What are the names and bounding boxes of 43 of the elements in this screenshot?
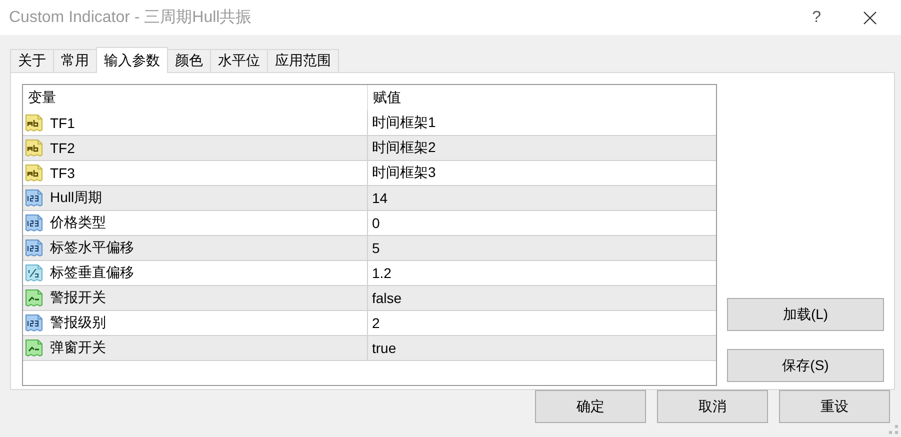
tab[interactable]: 应用范围 <box>267 49 339 72</box>
parameter-name: TF2 <box>50 140 75 156</box>
type-icon <box>25 239 43 257</box>
tab[interactable]: 关于 <box>10 49 54 72</box>
type-icon <box>25 314 43 332</box>
type-icon <box>25 214 43 232</box>
table-cell: false <box>367 286 716 310</box>
type-icon <box>25 164 43 182</box>
type-icon <box>25 264 43 282</box>
table-cell: 1.2 <box>367 261 716 285</box>
table-cell: 0 <box>367 211 716 235</box>
dialog-button[interactable]: 确定 <box>535 390 646 423</box>
type-icon <box>25 139 43 157</box>
parameter-name: 标签垂直偏移 <box>50 264 134 282</box>
tab[interactable]: 输入参数 <box>96 47 168 73</box>
parameter-name: 弹窗开关 <box>50 339 106 357</box>
parameter-name: 价格类型 <box>50 214 106 232</box>
parameter-name: 标签水平偏移 <box>50 239 134 257</box>
window-title: Custom Indicator - 三周期Hull共振 <box>9 8 253 28</box>
toggle-type-icon <box>25 339 43 357</box>
help-button[interactable]: ? <box>812 8 821 26</box>
table-cell: 2 <box>367 311 716 335</box>
toggle-type-icon <box>25 289 43 307</box>
table-cell: 时间框架2 <box>367 136 716 160</box>
table-cell: true <box>367 336 716 360</box>
column-header: 变量 <box>27 88 57 107</box>
dialog-button[interactable]: 加载(L) <box>727 298 884 331</box>
dialog-button[interactable]: 保存(S) <box>727 349 884 382</box>
parameter-name: Hull周期 <box>50 189 102 207</box>
parameter-name: 警报级别 <box>50 314 106 332</box>
table-cell: 时间框架3 <box>367 161 716 185</box>
close-icon[interactable] <box>863 10 877 24</box>
parameter-name: 警报开关 <box>50 289 106 307</box>
type-icon <box>25 114 43 132</box>
table-cell: 时间框架1 <box>367 111 716 135</box>
parameter-name: TF3 <box>50 165 75 181</box>
resize-grip-icon[interactable] <box>889 425 899 435</box>
type-icon <box>25 189 43 207</box>
dialog-button[interactable]: 重设 <box>779 390 890 423</box>
table-cell: 5 <box>367 236 716 260</box>
table-cell: 14 <box>367 186 716 210</box>
dialog-button[interactable]: 取消 <box>657 390 768 423</box>
parameter-name: TF1 <box>50 115 75 131</box>
